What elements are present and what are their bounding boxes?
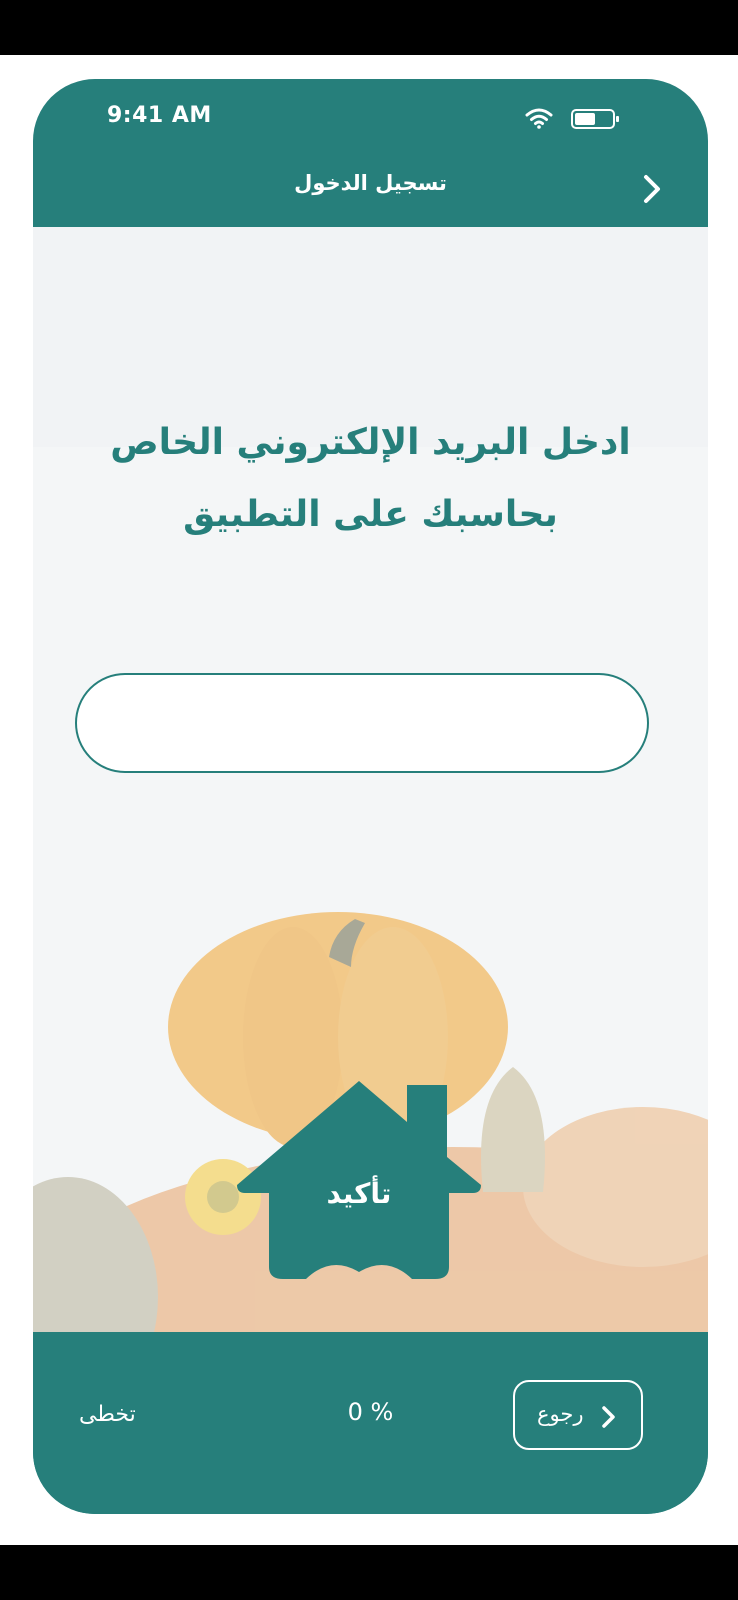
email-input[interactable] [75,673,649,773]
back-button-label: رجوع [537,1402,584,1426]
confirm-button[interactable]: تأكيد [237,1077,481,1282]
page-heading: ادخل البريد الإلكتروني الخاص بحاسبك على … [73,407,668,551]
heading-line-2: بحاسبك على التطبيق [183,494,558,535]
heading-line-1: ادخل البريد الإلكتروني الخاص [110,422,631,463]
back-button[interactable]: رجوع [513,1380,643,1450]
nav-title: تسجيل الدخول [294,171,447,195]
confirm-label: تأكيد [326,1177,392,1210]
main-content: ادخل البريد الإلكتروني الخاص بحاسبك على … [33,227,708,1332]
chevron-right-icon[interactable] [638,173,666,205]
status-time: 9:41 AM [107,103,212,128]
footer-bar: تخطى 0 % رجوع [33,1332,708,1514]
chevron-right-icon [602,1406,615,1428]
device-bottom-bezel [0,1545,738,1600]
status-bar: 9:41 AM [33,79,708,149]
nav-bar: تسجيل الدخول [33,149,708,227]
phone-frame: 9:41 AM تسجيل الدخول ادخل البريد الإلكتر… [33,79,708,1514]
device-top-bezel [0,0,738,55]
battery-icon [571,109,619,129]
wifi-icon [525,108,553,129]
